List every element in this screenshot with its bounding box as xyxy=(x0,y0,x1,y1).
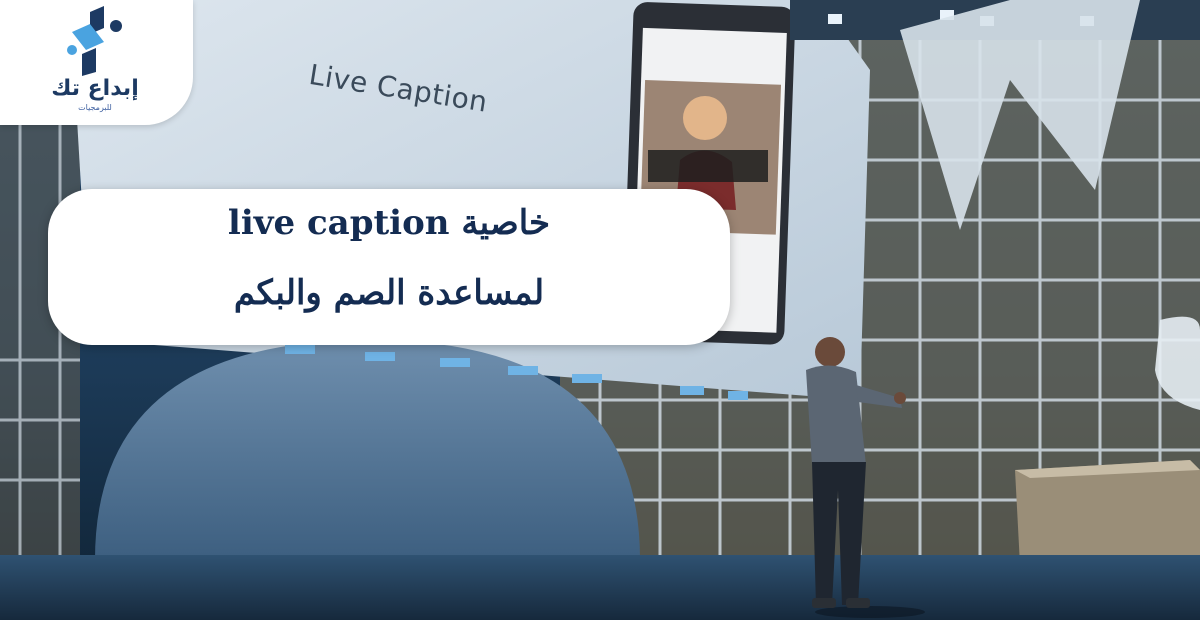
logo-tagline: للبرمجيات xyxy=(78,103,112,112)
stage-floor xyxy=(0,555,1200,620)
logo-icon xyxy=(67,6,122,76)
stage-crate xyxy=(1015,460,1200,565)
caption-title: خاصية live caption xyxy=(227,203,551,243)
caption-subtitle: لمساعدة الصم والبكم xyxy=(233,273,545,313)
logo-card: إبداع تك للبرمجيات xyxy=(0,0,193,125)
logo-name: إبداع تك xyxy=(51,76,139,101)
